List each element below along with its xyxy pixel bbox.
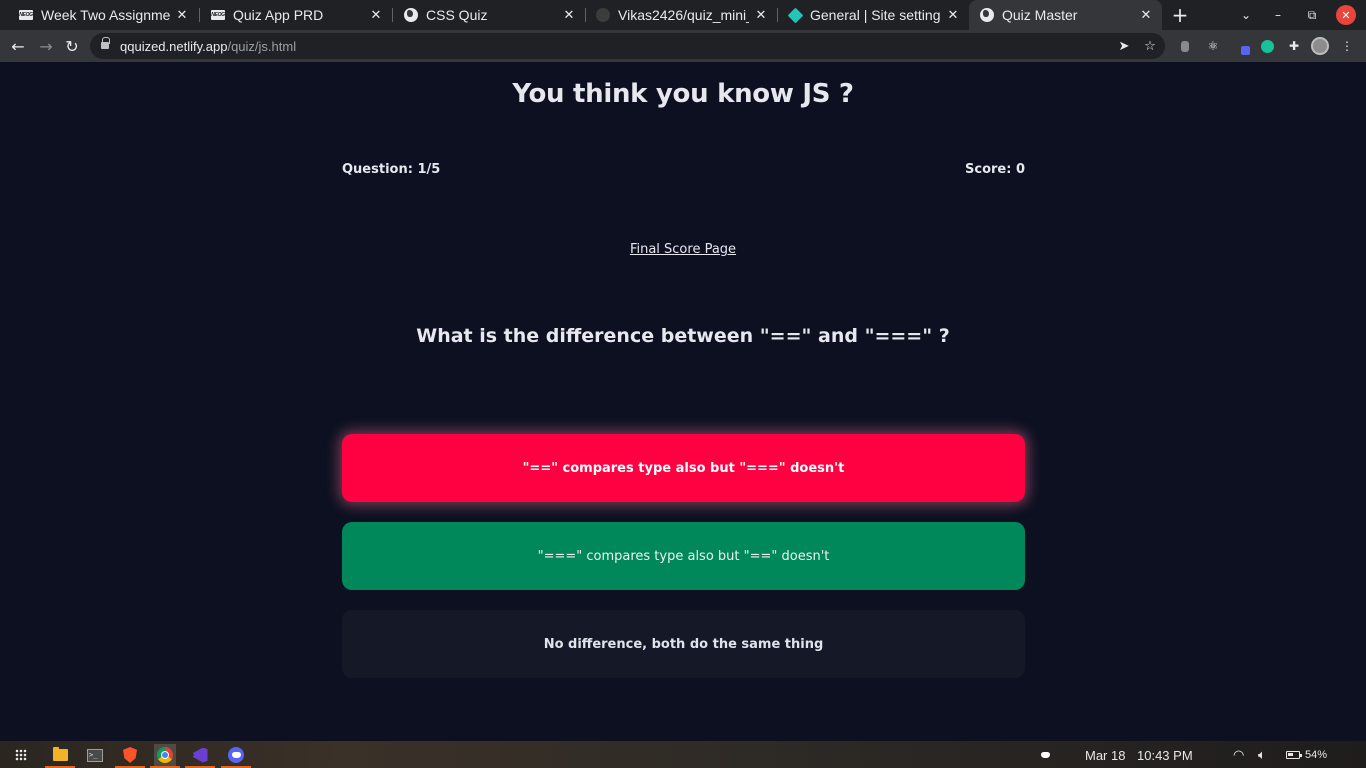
battery-percent: 54% bbox=[1305, 749, 1328, 761]
profile-avatar[interactable] bbox=[1311, 37, 1329, 55]
close-icon[interactable]: ✕ bbox=[1138, 7, 1154, 23]
score-display: Score: 0 bbox=[965, 162, 1025, 177]
browser-tab[interactable]: NEOG Week Two Assignmen ✕ bbox=[8, 0, 198, 30]
app-launcher-icon[interactable] bbox=[10, 744, 32, 766]
discord-tray-icon[interactable] bbox=[1038, 746, 1053, 764]
restore-button[interactable]: ⧉ bbox=[1302, 5, 1322, 25]
browser-tab-active[interactable]: Quiz Master ✕ bbox=[969, 0, 1162, 30]
address-bar[interactable]: qquized.netlify.app/quiz/js.html ➤ ☆ bbox=[90, 33, 1165, 59]
new-tab-button[interactable]: + bbox=[1170, 5, 1190, 25]
time-text[interactable]: 10:43 PM bbox=[1137, 746, 1193, 764]
lock-icon bbox=[101, 37, 110, 50]
final-score-link[interactable]: Final Score Page bbox=[0, 242, 1366, 257]
question-text: What is the difference between "==" and … bbox=[416, 325, 950, 347]
close-icon[interactable]: ✕ bbox=[753, 7, 769, 23]
close-icon[interactable]: ✕ bbox=[945, 7, 961, 23]
quiz-page: You think you know JS ? Question: 1/5 Sc… bbox=[0, 62, 1366, 741]
answer-option[interactable]: No difference, both do the same thing bbox=[342, 610, 1025, 678]
forward-button[interactable]: → bbox=[36, 36, 56, 56]
browser-menu-icon[interactable]: ⋮ bbox=[1338, 37, 1356, 55]
close-icon[interactable]: ✕ bbox=[174, 7, 190, 23]
battery-icon bbox=[1286, 751, 1302, 759]
discord-icon[interactable] bbox=[221, 744, 251, 768]
github-icon bbox=[595, 7, 611, 23]
react-devtools-icon[interactable]: ⚛ bbox=[1204, 37, 1222, 55]
browser-toolbar: ← → ↻ qquized.netlify.app/quiz/js.html ➤… bbox=[0, 30, 1366, 62]
brave-browser-icon[interactable] bbox=[115, 744, 145, 768]
battery-indicator[interactable]: 54% bbox=[1286, 746, 1327, 764]
volume-icon[interactable]: 🔈︎ bbox=[1258, 746, 1266, 764]
neog-icon: NEOG bbox=[19, 10, 33, 20]
question-counter: Question: 1/5 bbox=[342, 162, 441, 177]
tab-title: Quiz App PRD bbox=[233, 7, 324, 23]
url-text[interactable]: qquized.netlify.app/quiz/js.html bbox=[120, 39, 296, 54]
tab-title: Quiz Master bbox=[1002, 7, 1078, 23]
browser-tab[interactable]: CSS Quiz ✕ bbox=[393, 0, 585, 30]
reload-button[interactable]: ↻ bbox=[62, 36, 82, 56]
grammarly-icon[interactable] bbox=[1258, 37, 1276, 55]
close-icon[interactable]: ✕ bbox=[368, 7, 384, 23]
minimize-button[interactable]: – bbox=[1268, 5, 1288, 25]
extension-icon[interactable] bbox=[1233, 37, 1251, 55]
close-icon[interactable]: ✕ bbox=[561, 7, 577, 23]
send-to-device-icon[interactable]: ➤ bbox=[1116, 38, 1132, 54]
date-text[interactable]: Mar 18 bbox=[1085, 746, 1125, 764]
globe-icon bbox=[979, 7, 995, 23]
tab-title: CSS Quiz bbox=[426, 7, 488, 23]
wifi-icon[interactable]: ◠ bbox=[1233, 746, 1244, 764]
tab-search-chevron-icon[interactable]: ⌄ bbox=[1236, 5, 1256, 25]
file-manager-icon[interactable] bbox=[45, 744, 75, 768]
neog-icon: NEOG bbox=[211, 10, 225, 20]
answer-option-wrong[interactable]: "==" compares type also but "===" doesn'… bbox=[342, 434, 1025, 502]
browser-tab[interactable]: Vikas2426/quiz_mini_ ✕ bbox=[585, 0, 777, 30]
terminal-icon[interactable]: >_ bbox=[84, 744, 106, 766]
browser-tab-strip: NEOG Week Two Assignmen ✕ NEOG Quiz App … bbox=[0, 0, 1366, 30]
browser-tab[interactable]: General | Site settings ✕ bbox=[777, 0, 969, 30]
back-button[interactable]: ← bbox=[8, 36, 28, 56]
chrome-icon[interactable] bbox=[150, 744, 180, 768]
extensions-puzzle-icon[interactable]: ✚ bbox=[1285, 37, 1303, 55]
bookmark-star-icon[interactable]: ☆ bbox=[1142, 38, 1158, 54]
netlify-icon bbox=[787, 7, 803, 23]
tab-title: Week Two Assignmen bbox=[41, 7, 170, 23]
globe-icon bbox=[403, 7, 419, 23]
extension-icon[interactable] bbox=[1176, 37, 1194, 55]
vscode-icon[interactable] bbox=[185, 744, 215, 768]
os-taskbar: >_ Mar 18 10:43 PM ◠ 🔈︎ 54% bbox=[0, 741, 1366, 768]
page-title: You think you know JS ? bbox=[512, 79, 854, 109]
tab-title: Vikas2426/quiz_mini_ bbox=[618, 7, 749, 23]
answer-option-correct[interactable]: "===" compares type also but "==" doesn'… bbox=[342, 522, 1025, 590]
close-window-button[interactable]: ✕ bbox=[1336, 5, 1356, 25]
browser-tab[interactable]: NEOG Quiz App PRD ✕ bbox=[200, 0, 392, 30]
tab-title: General | Site settings bbox=[810, 7, 941, 23]
